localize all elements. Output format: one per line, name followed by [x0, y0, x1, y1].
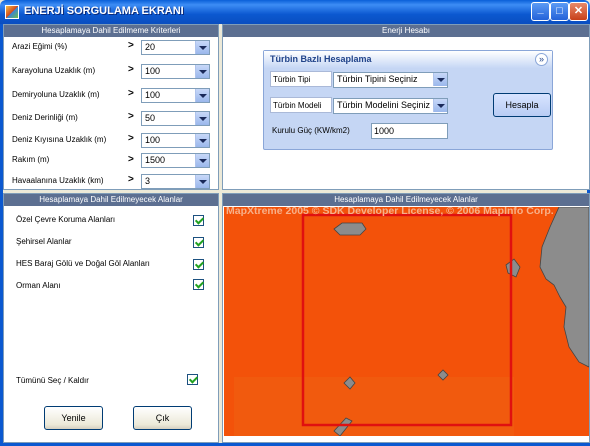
urban-areas-checkbox[interactable] [193, 237, 204, 248]
window-frame: Hesaplamaya Dahil Edilmeme Kriterleri Ar… [0, 24, 590, 446]
refresh-button[interactable]: Yenile [44, 406, 103, 430]
map-view[interactable]: MapXtreme 2005 © SDK Developer License, … [224, 207, 589, 436]
installed-power-input[interactable]: 1000 [371, 123, 448, 139]
map-watermark: MapXtreme 2005 © SDK Developer License, … [226, 207, 554, 217]
map-shade [234, 377, 514, 436]
turbine-model-label-box: Türbin Modeli [270, 97, 332, 113]
turbine-type-label-box: Türbin Tipi [270, 71, 332, 87]
slope-label: Arazi Eğimi (%) [12, 42, 68, 51]
chevron-down-icon[interactable] [195, 154, 209, 167]
arrow-icon: > [128, 174, 134, 185]
title-bar[interactable]: ENERJİ SORGULAMA EKRANI _ □ ✕ [0, 0, 590, 24]
turbine-group-title: Türbin Bazlı Hesaplama [264, 51, 552, 68]
chevron-down-icon[interactable] [195, 134, 209, 147]
arrow-icon: > [128, 64, 134, 75]
minimize-button[interactable]: _ [531, 2, 550, 21]
minimize-icon: _ [537, 3, 544, 15]
exit-button[interactable]: Çık [133, 406, 192, 430]
lakes-label: HES Baraj Gölü ve Doğal Göl Alanları [16, 259, 150, 268]
arrow-icon: > [128, 154, 134, 165]
airport-distance-label: Havaalanına Uzaklık (km) [12, 176, 104, 185]
altitude-select[interactable]: 1500 [141, 153, 210, 168]
turbine-type-label: Türbin Tipi [273, 75, 311, 84]
turbine-type-select[interactable]: Türbin Tipini Seçiniz [333, 72, 448, 88]
calculate-button[interactable]: Hesapla [493, 93, 551, 117]
sea-depth-select[interactable]: 50 [141, 111, 210, 126]
special-protection-label: Özel Çevre Koruma Alanları [16, 215, 116, 224]
sea-depth-label: Deniz Derinliği (m) [12, 113, 78, 122]
railway-distance-label: Demiryoluna Uzaklık (m) [12, 90, 100, 99]
excluded-areas-header: Hesaplamaya Dahil Edilmeyecek Alanlar [4, 194, 218, 206]
arrow-icon: > [128, 133, 134, 144]
slope-select-value: 20 [145, 42, 156, 52]
altitude-value: 1500 [145, 155, 166, 165]
chevron-down-icon[interactable] [195, 175, 209, 188]
maximize-icon: □ [556, 5, 563, 17]
chevron-down-icon[interactable] [195, 65, 209, 78]
highway-distance-value: 100 [145, 66, 161, 76]
app-icon[interactable] [5, 5, 19, 19]
sea-depth-value: 50 [145, 113, 156, 123]
installed-power-label: Kurulu Güç (KW/km2) [272, 126, 350, 135]
chevron-down-icon[interactable] [195, 112, 209, 125]
close-button[interactable]: ✕ [569, 2, 588, 21]
chevron-down-icon[interactable] [195, 41, 209, 54]
turbine-model-value: Türbin Modelini Seçiniz [337, 100, 431, 110]
turbine-group: Türbin Bazlı Hesaplama » Türbin Tipi Tür… [263, 50, 553, 150]
turbine-model-select[interactable]: Türbin Modelini Seçiniz [333, 98, 448, 114]
chevron-down-icon[interactable] [195, 89, 209, 102]
close-icon: ✕ [573, 5, 584, 17]
highway-distance-select[interactable]: 100 [141, 64, 210, 79]
criteria-panel: Hesaplamaya Dahil Edilmeme Kriterleri Ar… [3, 24, 219, 190]
coast-distance-value: 100 [145, 135, 161, 145]
railway-distance-select[interactable]: 100 [141, 88, 210, 103]
chevron-down-icon[interactable] [433, 73, 447, 86]
map-panel-header: Hesaplamaya Dahil Edilmeyecek Alanlar [223, 194, 589, 206]
special-protection-checkbox[interactable] [193, 215, 204, 226]
maximize-button[interactable]: □ [550, 2, 569, 21]
railway-distance-value: 100 [145, 90, 161, 100]
select-all-label: Tümünü Seç / Kaldır [16, 376, 89, 385]
turbine-type-value: Türbin Tipini Seçiniz [337, 74, 418, 84]
coast-distance-label: Deniz Kıyısına Uzaklık (m) [12, 135, 107, 144]
forest-label: Orman Alanı [16, 281, 61, 290]
energy-panel-header: Enerji Hesabı [223, 25, 589, 37]
turbine-model-label: Türbin Modeli [273, 101, 322, 110]
coast-distance-select[interactable]: 100 [141, 133, 210, 148]
slope-select[interactable]: 20 [141, 40, 210, 55]
chevron-down-icon[interactable] [433, 99, 447, 112]
arrow-icon: > [128, 88, 134, 99]
urban-areas-label: Şehirsel Alanlar [16, 237, 72, 246]
collapse-icon[interactable]: » [535, 53, 548, 66]
map-panel: Hesaplamaya Dahil Edilmeyecek Alanlar Ma… [222, 193, 590, 443]
airport-distance-value: 3 [145, 176, 151, 186]
energy-panel: Enerji Hesabı Türbin Bazlı Hesaplama » T… [222, 24, 590, 190]
altitude-label: Rakım (m) [12, 155, 50, 164]
arrow-icon: > [128, 40, 134, 51]
highway-distance-label: Karayoluna Uzaklık (m) [12, 66, 96, 75]
excluded-areas-panel: Hesaplamaya Dahil Edilmeyecek Alanlar Öz… [3, 193, 219, 443]
airport-distance-select[interactable]: 3 [141, 174, 210, 189]
map-canvas[interactable]: MapXtreme 2005 © SDK Developer License, … [224, 207, 589, 436]
arrow-icon: > [128, 111, 134, 122]
window-title: ENERJİ SORGULAMA EKRANI [24, 5, 184, 17]
lakes-checkbox[interactable] [193, 259, 204, 270]
criteria-panel-header: Hesaplamaya Dahil Edilmeme Kriterleri [4, 25, 218, 37]
select-all-checkbox[interactable] [187, 374, 198, 385]
forest-checkbox[interactable] [193, 279, 204, 290]
